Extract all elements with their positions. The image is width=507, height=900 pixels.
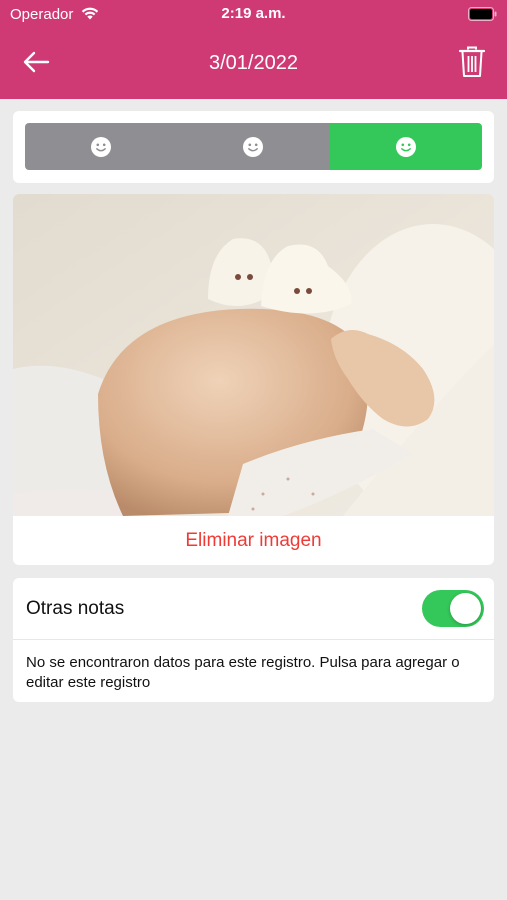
mood-option-3[interactable]: [329, 123, 482, 170]
smiley-face-icon: [243, 136, 264, 157]
delete-image-button[interactable]: Eliminar imagen: [13, 516, 494, 565]
entry-photo[interactable]: [13, 194, 494, 516]
toggle-knob: [450, 593, 481, 624]
page-title: 3/01/2022: [209, 52, 298, 74]
mood-selector: [25, 123, 482, 170]
notes-body[interactable]: No se encontraron datos para este regist…: [26, 653, 481, 693]
notes-card: Otras notas No se encontraron datos para…: [13, 578, 494, 702]
mood-card: [13, 111, 494, 183]
mood-option-1[interactable]: [25, 123, 178, 170]
notes-toggle[interactable]: [422, 590, 484, 627]
divider: [13, 639, 494, 640]
image-card: Eliminar imagen: [13, 194, 494, 565]
mood-option-2[interactable]: [177, 123, 330, 170]
smiley-face-icon: [91, 136, 112, 157]
battery-icon: [468, 7, 498, 26]
notes-title: Otras notas: [26, 598, 125, 619]
delete-entry-button[interactable]: [458, 46, 486, 78]
trash-icon: [458, 46, 486, 77]
status-bar: Operador 2:19 a.m.: [0, 0, 507, 28]
status-time: 2:19 a.m.: [221, 5, 286, 22]
smiley-face-icon: [395, 136, 416, 157]
app-header: Operador 2:19 a.m. 3/01/2022: [0, 0, 507, 99]
